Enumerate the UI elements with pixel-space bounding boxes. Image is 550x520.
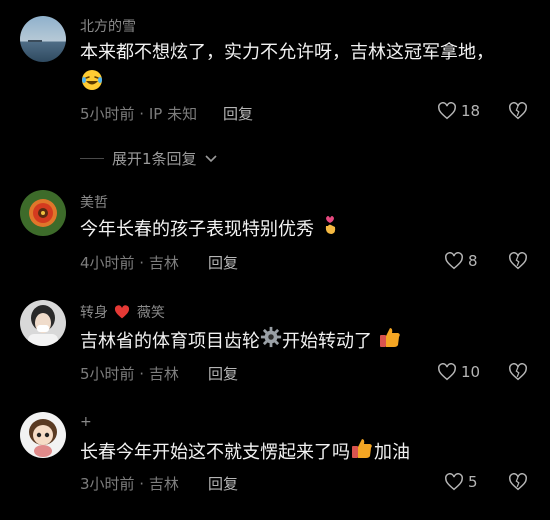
comment-meta: 5小时前 · 吉林	[80, 365, 179, 383]
dislike-button[interactable]	[508, 102, 528, 124]
comment-text-body: 长春今年开始这不就支愣起来了吗	[80, 442, 350, 463]
expand-replies-label: 展开1条回复	[112, 150, 197, 168]
chevron-down-icon	[204, 154, 217, 162]
girl-avatar-image	[20, 300, 66, 346]
heart-outline-icon	[438, 363, 456, 381]
comment-text: 吉林省的体育项目齿轮 开始转动了	[80, 325, 530, 359]
broken-heart-icon	[509, 363, 527, 381]
gear-emoji	[260, 326, 282, 358]
comment-text-body: 开始转动了	[282, 331, 372, 352]
comment-meta: 4小时前 · 吉林	[80, 254, 179, 272]
comment-text-body: 本来都不想炫了，实力不允许呀，吉林这冠军拿地，	[80, 42, 494, 63]
laughing-tears-emoji	[80, 68, 104, 102]
comment-text: 本来都不想炫了，实力不允许呀，吉林这冠军拿地，	[80, 38, 530, 102]
like-button[interactable]: 5	[444, 473, 478, 491]
username[interactable]: 北方的雪	[80, 16, 136, 36]
reply-button[interactable]: 回复	[208, 363, 238, 384]
thumbs-up-emoji	[378, 325, 402, 359]
username-part: 薇笑	[136, 305, 165, 321]
avatar[interactable]	[20, 412, 66, 458]
red-heart-icon	[114, 305, 130, 323]
heart-outline-icon	[445, 473, 463, 491]
dislike-button[interactable]	[508, 363, 528, 385]
comment-text-body: 吉林省的体育项目齿轮	[80, 331, 260, 352]
thumbs-up-emoji	[350, 436, 374, 470]
heart-outline-icon	[438, 102, 456, 120]
like-count: 8	[468, 252, 478, 270]
reply-button[interactable]: 回复	[208, 252, 238, 273]
dislike-button[interactable]	[508, 473, 528, 495]
comment-text-body: 加油	[374, 442, 410, 463]
comment-text: 今年长春的孩子表现特别优秀	[80, 214, 530, 246]
username[interactable]: 转身 薇笑	[80, 302, 165, 323]
broken-heart-icon	[509, 102, 527, 120]
broken-heart-icon	[509, 473, 527, 491]
like-count: 10	[461, 363, 481, 381]
flower-avatar-image	[20, 190, 66, 236]
dislike-button[interactable]	[508, 252, 528, 274]
like-button[interactable]: 18	[437, 102, 480, 120]
like-button[interactable]: 10	[437, 363, 480, 381]
reply-button[interactable]: 回复	[223, 103, 253, 124]
avatar[interactable]	[20, 16, 66, 62]
reply-button[interactable]: 回复	[208, 473, 238, 494]
avatar[interactable]	[20, 300, 66, 346]
sea-avatar-image	[20, 16, 66, 62]
like-button[interactable]: 8	[444, 252, 478, 270]
heart-outline-icon	[445, 252, 463, 270]
finger-heart-emoji	[320, 214, 340, 246]
username[interactable]: +	[80, 414, 92, 430]
cartoon-girl-avatar-image	[20, 412, 66, 458]
avatar[interactable]	[20, 190, 66, 236]
broken-heart-icon	[509, 252, 527, 270]
comment-meta: 3小时前 · 吉林	[80, 475, 179, 493]
comment-text-body: 今年长春的孩子表现特别优秀	[80, 219, 314, 240]
comment-meta: 5小时前 · IP 未知	[80, 105, 198, 123]
username[interactable]: 美哲	[80, 192, 108, 212]
comment-text: 长春今年开始这不就支愣起来了吗 加油	[80, 436, 530, 470]
expand-replies-button[interactable]: 展开1条回复	[80, 148, 217, 169]
like-count: 18	[461, 102, 481, 120]
username-part: 转身	[80, 305, 108, 321]
like-count: 5	[468, 473, 478, 491]
divider-line	[80, 158, 104, 159]
